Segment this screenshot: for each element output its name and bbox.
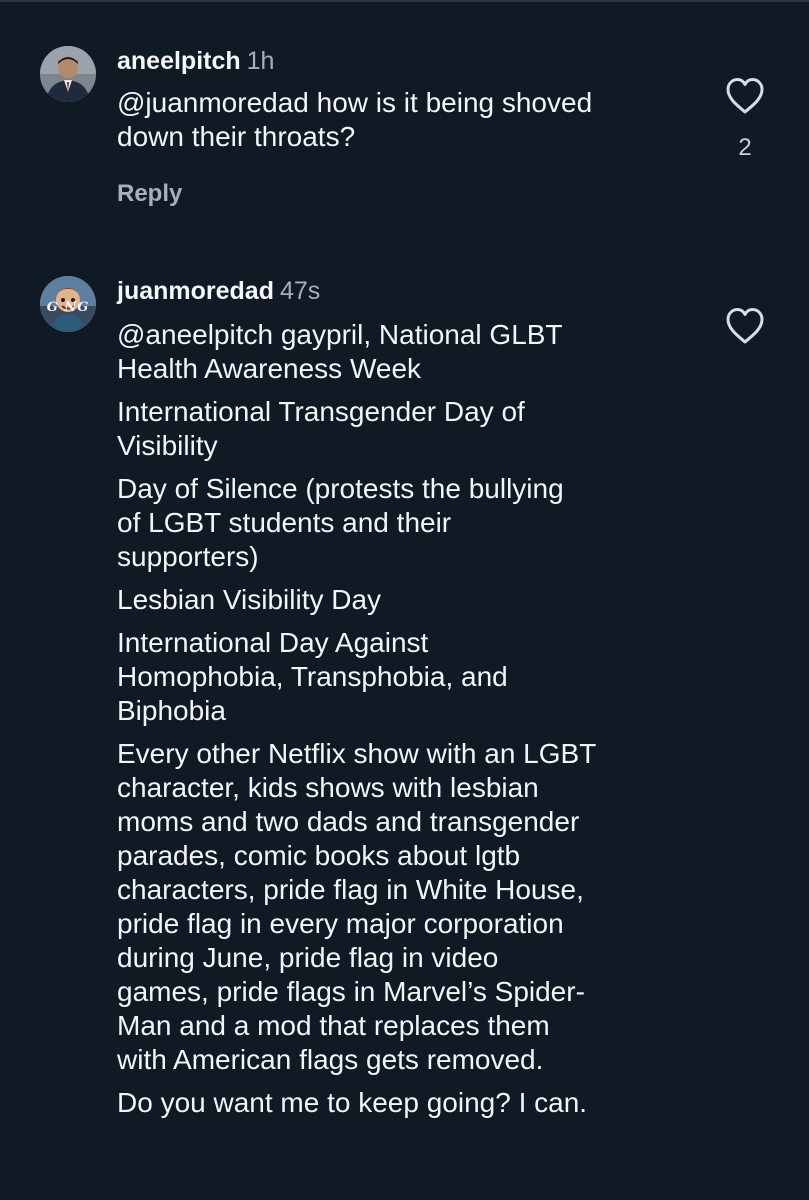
avatar[interactable]: G NG: [40, 276, 96, 332]
comment-body: @aneelpitch gaypril, National GLBT Healt…: [117, 318, 707, 1129]
comment-header: aneelpitch 1h: [117, 46, 274, 76]
person-in-suit-avatar-icon: [40, 46, 96, 102]
comment-header: juanmoredad 47s: [117, 276, 320, 306]
timestamp: 1h: [246, 47, 275, 75]
top-divider: [0, 0, 809, 2]
heart-outline-icon: [726, 78, 764, 114]
comment-paragraph: Day of Silence (protests the bullying of…: [117, 473, 564, 572]
comment-body: @juanmoredad how is it being shoved down…: [117, 86, 707, 163]
timestamp: 47s: [279, 277, 321, 305]
comment-paragraph: International Day Against Homophobia, Tr…: [117, 627, 508, 726]
username[interactable]: juanmoredad: [117, 277, 274, 305]
username[interactable]: aneelpitch: [117, 47, 241, 75]
like-count: 2: [738, 134, 752, 161]
like-button[interactable]: [724, 76, 766, 116]
comment-paragraph: @aneelpitch gaypril, National GLBT Healt…: [117, 319, 563, 384]
like-button[interactable]: [724, 306, 766, 346]
comment-paragraph: Do you want me to keep going? I can.: [117, 1087, 588, 1118]
comment-paragraph: Lesbian Visibility Day: [117, 584, 382, 615]
comment-text: @juanmoredad how is it being shoved down…: [117, 87, 593, 152]
comment-paragraph: Every other Netflix show with an LGBT ch…: [117, 738, 597, 1075]
avatar[interactable]: [40, 46, 96, 102]
comment-paragraph: International Transgender Day of Visibil…: [117, 396, 525, 461]
reply-button[interactable]: Reply: [117, 180, 182, 208]
avatar-text: G NG: [46, 300, 90, 315]
heart-outline-icon: [726, 308, 764, 344]
